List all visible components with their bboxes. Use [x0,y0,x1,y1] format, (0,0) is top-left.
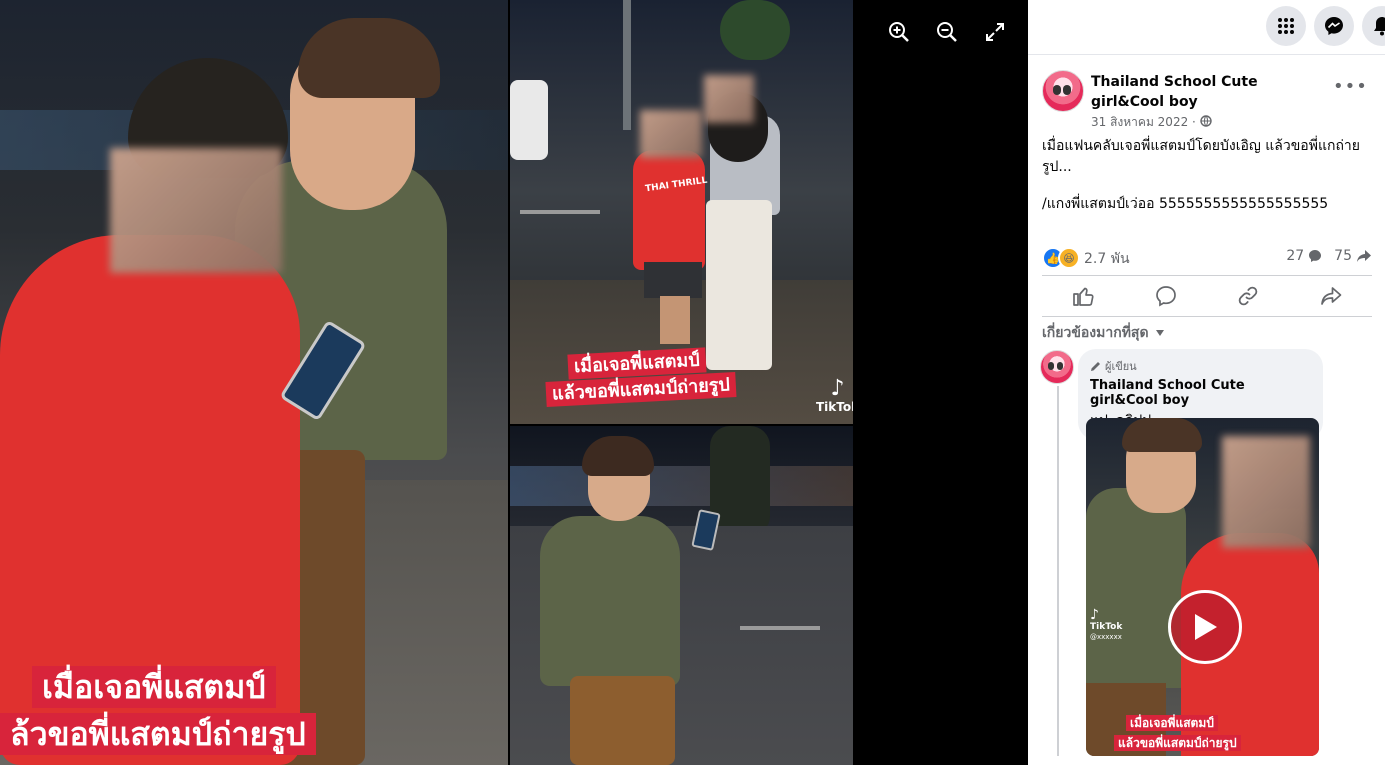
share-icon [1357,250,1371,262]
photo-panel-bottom-right [510,426,853,765]
city-lights [510,466,853,506]
blurred-face-woman [704,75,754,123]
reactions-count[interactable]: 2.7 พัน [1084,248,1130,270]
comment-bubble-icon [1155,286,1176,307]
comments-count[interactable]: 27 [1286,248,1322,264]
more-options-icon[interactable]: ••• [1333,76,1368,97]
white-car [510,80,548,160]
play-button[interactable] [1168,590,1242,664]
tiktok-icon: ♪ [1090,607,1099,623]
globe-icon [1199,115,1212,127]
menu-grid-icon[interactable] [1266,6,1306,46]
tree [720,0,790,60]
blurred-face [110,148,282,273]
road-line [520,210,600,214]
top-bar [1028,0,1385,55]
pencil-icon [1091,361,1100,371]
video-caption-line2: แล้วขอพี่แสตมป์ถ่ายรูป [1114,734,1241,753]
blurred-face-kid [640,110,702,158]
post-text: เมื่อแฟนคลับเจอพี่แสตมป์โดยบังเอิญ แล้วข… [1042,136,1374,231]
brown-trousers [570,676,675,765]
kid-legs [660,296,690,344]
man-hair [1122,418,1202,452]
post-sidebar: Thailand School Cute girl&Cool boy 31 สิ… [1028,0,1385,765]
zoom-out-icon[interactable] [933,18,961,46]
zoom-in-icon[interactable] [885,18,913,46]
lamp-post [623,0,631,130]
reaction-icons[interactable]: 👍 😆 [1042,247,1080,269]
page-avatar[interactable] [1042,70,1084,112]
post-text-line2: /แกงพี่แสตมป์เว่ออ 5555555555555555555 [1042,196,1329,212]
caret-down-icon [1155,330,1164,336]
play-icon [1195,614,1217,640]
man-green-shirt [1086,488,1186,688]
road-line [740,626,820,630]
media-viewer: เมื่อเจอพี่แสตมป์ ล้วขอพี่แสตมป์ถ่ายรูป … [0,0,1028,765]
blurred-face [1222,436,1310,548]
like-button[interactable] [1068,281,1098,311]
post-text-line1: เมื่อแฟนคลับเจอพี่แสตมป์โดยบังเอิญ แล้วข… [1042,138,1360,175]
photo-panel-left: เมื่อเจอพี่แสตมป์ ล้วขอพี่แสตมป์ถ่ายรูป [0,0,508,765]
notifications-icon[interactable] [1362,6,1385,46]
comment-author[interactable]: Thailand School Cute girl&Cool boy [1090,378,1311,408]
video-caption-line1: เมื่อเจอพี่แสตมป์ [22,665,286,710]
man-hair [298,18,440,98]
video-caption-line1: เมื่อเจอพี่แสตมป์ [1126,714,1218,733]
post-actions [1042,275,1372,317]
video-caption-line2: ล้วขอพี่แสตมป์ถ่ายรูป [0,712,316,757]
copy-link-button[interactable] [1233,281,1263,311]
kid-shorts [644,262,702,298]
commenter-avatar[interactable] [1040,350,1074,384]
link-icon [1238,286,1258,306]
fullscreen-icon[interactable] [981,18,1009,46]
tiktok-icon: ♪ [830,376,845,401]
comment-button[interactable] [1151,281,1181,311]
messenger-icon[interactable] [1314,6,1354,46]
post-stats: 👍 😆 2.7 พัน 27 75 [1042,245,1372,269]
comment-icon [1309,250,1322,262]
haha-reaction-icon: 😆 [1058,247,1080,269]
share-button[interactable] [1316,281,1346,311]
tiktok-watermark: ♪ TikTok @xxxxxx [1090,607,1123,641]
tiktok-watermark: ♪ TikTok [816,376,853,415]
page-name[interactable]: Thailand School Cute girl&Cool boy [1091,72,1323,112]
kid-red-shirt [633,150,705,270]
share-arrow-icon [1320,287,1342,305]
photo-panel-top-right: THAI THRILL เมื่อเจอพี่แสตมป์ แล้วขอพี่แ… [510,0,853,424]
comment-video[interactable]: ♪ TikTok @xxxxxx เมื่อเจอพี่แสตมป์ แล้วข… [1086,418,1319,756]
author-badge: ผู้เขียน [1090,357,1311,375]
viewer-toolbar [885,18,1009,46]
thread-line [1057,386,1059,756]
shares-count[interactable]: 75 [1334,248,1372,264]
woman-pants [706,200,772,370]
photo[interactable]: เมื่อเจอพี่แสตมป์ ล้วขอพี่แสตมป์ถ่ายรูป … [0,0,853,765]
comment-sort-dropdown[interactable]: เกี่ยวข้องมากที่สุด [1042,322,1165,344]
post-date[interactable]: 31 สิงหาคม 2022 · [1091,113,1212,132]
thumbs-up-icon [1073,287,1094,306]
man-hair [582,436,654,476]
man-green-shirt [540,516,680,686]
